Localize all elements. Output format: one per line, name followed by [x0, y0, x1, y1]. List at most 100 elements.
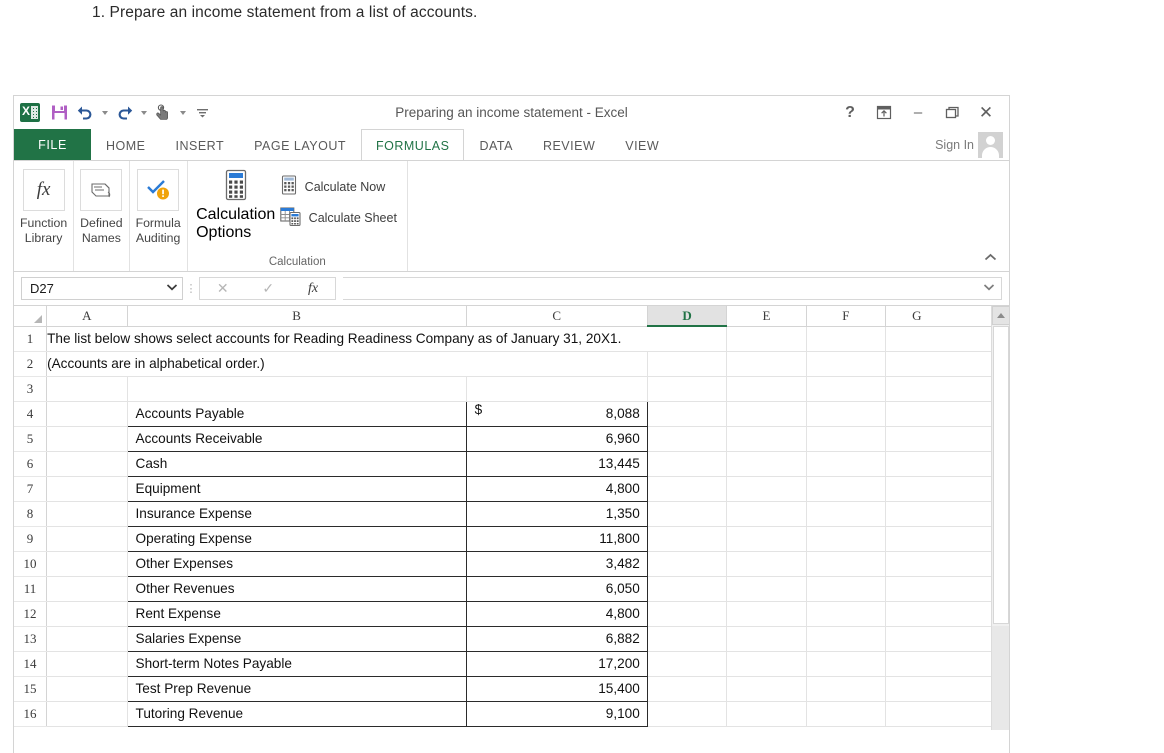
name-box[interactable]: D27	[21, 277, 183, 300]
account-name-7[interactable]: Equipment	[127, 476, 466, 501]
cell-d11[interactable]	[647, 576, 726, 601]
cell-a8[interactable]	[47, 501, 127, 526]
cell-f7[interactable]	[806, 476, 885, 501]
cell-a1[interactable]: The list below shows select accounts for…	[47, 326, 648, 351]
enter-icon[interactable]: ✓	[262, 280, 274, 297]
cell-d6[interactable]	[647, 451, 726, 476]
cell-f12[interactable]	[806, 601, 885, 626]
cell-a6[interactable]	[47, 451, 127, 476]
row-header-8[interactable]: 8	[14, 501, 47, 526]
tab-formulas[interactable]: FORMULAS	[361, 129, 464, 161]
chevron-up-icon[interactable]	[979, 247, 1001, 267]
account-name-4[interactable]: Accounts Payable	[127, 401, 466, 426]
scrollbar-track[interactable]	[992, 626, 1009, 730]
cell-g16[interactable]	[886, 701, 992, 726]
cell-e16[interactable]	[727, 701, 806, 726]
scroll-up-icon[interactable]	[992, 306, 1009, 325]
cell-a16[interactable]	[47, 701, 127, 726]
cell-a7[interactable]	[47, 476, 127, 501]
cell-g4[interactable]	[886, 401, 992, 426]
column-header-b[interactable]: B	[127, 306, 466, 326]
row-header-7[interactable]: 7	[14, 476, 47, 501]
tab-page-layout[interactable]: PAGE LAYOUT	[239, 129, 361, 161]
cell-g10[interactable]	[886, 551, 992, 576]
cell-d5[interactable]	[647, 426, 726, 451]
cell-e9[interactable]	[727, 526, 806, 551]
cell-a4[interactable]	[47, 401, 127, 426]
vertical-scrollbar[interactable]	[991, 306, 1009, 730]
formula-input[interactable]	[343, 277, 1002, 300]
cell-d3[interactable]	[647, 376, 726, 401]
row-header-11[interactable]: 11	[14, 576, 47, 601]
account-amount-10[interactable]: 3,482	[466, 551, 647, 576]
redo-dropdown-icon[interactable]	[138, 101, 149, 125]
calculate-now-button[interactable]: Calculate Now	[280, 175, 397, 198]
account-amount-4[interactable]: $ 8,088	[466, 401, 647, 426]
cell-e5[interactable]	[727, 426, 806, 451]
cell-g5[interactable]	[886, 426, 992, 451]
cell-a2[interactable]: (Accounts are in alphabetical order.)	[47, 351, 467, 376]
tab-file[interactable]: FILE	[14, 129, 91, 160]
cell-f11[interactable]	[806, 576, 885, 601]
account-name-14[interactable]: Short-term Notes Payable	[127, 651, 466, 676]
account-name-8[interactable]: Insurance Expense	[127, 501, 466, 526]
cell-e2[interactable]	[727, 351, 806, 376]
account-name-9[interactable]: Operating Expense	[127, 526, 466, 551]
cell-e14[interactable]	[727, 651, 806, 676]
tab-review[interactable]: REVIEW	[528, 129, 610, 161]
cell-a12[interactable]	[47, 601, 127, 626]
chevron-down-icon[interactable]	[166, 283, 178, 294]
sign-in-area[interactable]: Sign In	[935, 129, 1003, 160]
insert-function-icon[interactable]: fx	[308, 281, 318, 297]
touch-mode-icon[interactable]	[151, 101, 175, 125]
column-header-a[interactable]: A	[47, 306, 127, 326]
cell-e1[interactable]	[727, 326, 806, 351]
tab-home[interactable]: HOME	[91, 129, 161, 161]
group-function-library[interactable]: fx Function Library	[14, 161, 74, 271]
tab-view[interactable]: VIEW	[610, 129, 674, 161]
cell-b3[interactable]	[127, 376, 466, 401]
calculate-sheet-button[interactable]: Calculate Sheet	[280, 206, 397, 229]
formula-bar-grip[interactable]: ⋮	[183, 277, 199, 300]
help-icon[interactable]: ?	[833, 98, 867, 128]
cell-d10[interactable]	[647, 551, 726, 576]
row-header-4[interactable]: 4	[14, 401, 47, 426]
cell-a13[interactable]	[47, 626, 127, 651]
restore-button[interactable]	[935, 98, 969, 128]
cell-e4[interactable]	[727, 401, 806, 426]
account-amount-13[interactable]: 6,882	[466, 626, 647, 651]
tab-data[interactable]: DATA	[464, 129, 527, 161]
cell-e8[interactable]	[727, 501, 806, 526]
account-amount-14[interactable]: 17,200	[466, 651, 647, 676]
touch-mode-dropdown-icon[interactable]	[177, 101, 188, 125]
cell-c3[interactable]	[466, 376, 647, 401]
account-name-6[interactable]: Cash	[127, 451, 466, 476]
cancel-icon[interactable]: ✕	[217, 280, 229, 297]
cell-d16[interactable]	[647, 701, 726, 726]
ribbon-display-options-icon[interactable]	[867, 98, 901, 128]
cell-e12[interactable]	[727, 601, 806, 626]
minimize-button[interactable]: –	[901, 98, 935, 128]
cell-d4[interactable]	[647, 401, 726, 426]
cell-e15[interactable]	[727, 676, 806, 701]
cell-a9[interactable]	[47, 526, 127, 551]
cell-d13[interactable]	[647, 626, 726, 651]
row-header-15[interactable]: 15	[14, 676, 47, 701]
cell-g6[interactable]	[886, 451, 992, 476]
cell-f8[interactable]	[806, 501, 885, 526]
account-name-5[interactable]: Accounts Receivable	[127, 426, 466, 451]
row-header-5[interactable]: 5	[14, 426, 47, 451]
row-header-10[interactable]: 10	[14, 551, 47, 576]
cell-e11[interactable]	[727, 576, 806, 601]
account-amount-7[interactable]: 4,800	[466, 476, 647, 501]
cell-e3[interactable]	[727, 376, 806, 401]
cell-c2[interactable]	[466, 351, 647, 376]
cell-f5[interactable]	[806, 426, 885, 451]
scrollbar-thumb[interactable]	[993, 326, 1009, 624]
cell-f1[interactable]	[806, 326, 885, 351]
account-name-16[interactable]: Tutoring Revenue	[127, 701, 466, 726]
column-header-e[interactable]: E	[727, 306, 806, 326]
redo-icon[interactable]	[112, 101, 136, 125]
cell-d2[interactable]	[647, 351, 726, 376]
cell-a5[interactable]	[47, 426, 127, 451]
